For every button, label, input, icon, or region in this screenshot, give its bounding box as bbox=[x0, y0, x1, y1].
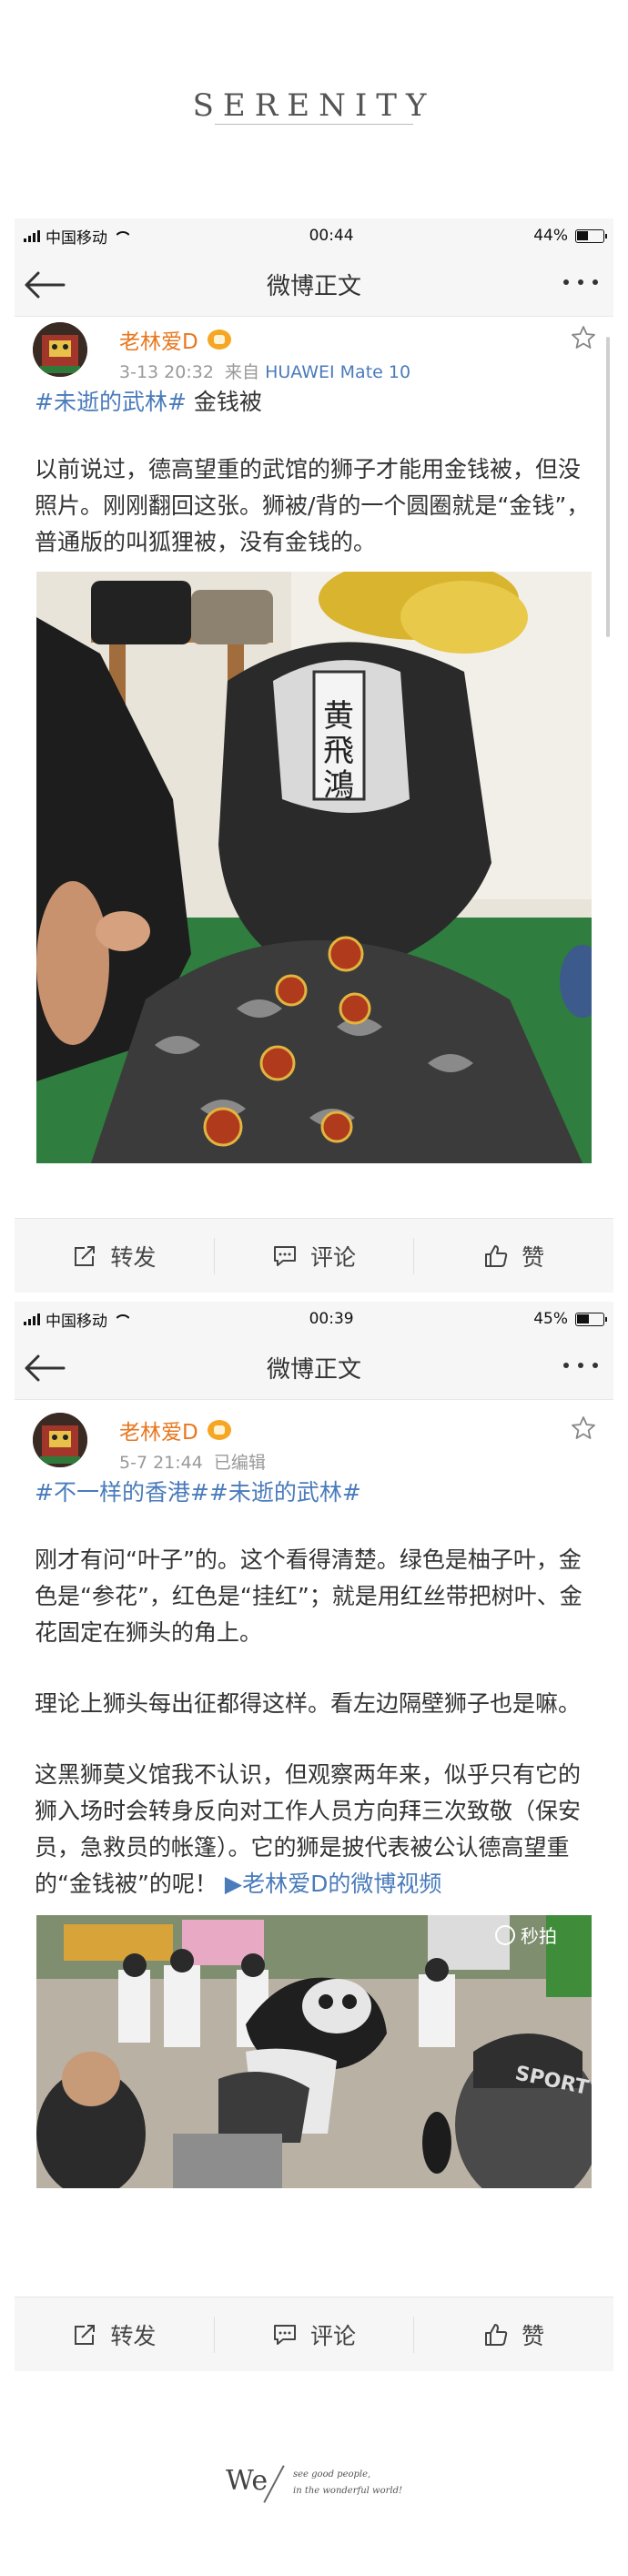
video-link[interactable]: ▶︎老林爱D的微博视频 bbox=[225, 1871, 442, 1897]
lion-costume-photo: 黄飛鴻 bbox=[36, 572, 592, 1163]
repost-icon bbox=[75, 1245, 96, 1266]
member-badge-icon bbox=[207, 1420, 231, 1440]
battery-icon bbox=[574, 1312, 607, 1326]
comment-icon bbox=[274, 2324, 296, 2345]
nav-bar: 微博正文 bbox=[15, 253, 613, 317]
nav-bar: 微博正文 bbox=[15, 1336, 613, 1400]
star-icon[interactable] bbox=[570, 324, 597, 351]
footer-line-2: in the wonderful world! bbox=[293, 2486, 402, 2496]
back-arrow-icon[interactable] bbox=[24, 1353, 66, 1384]
action-bar: 转发 评论 赞 bbox=[15, 2297, 613, 2371]
comment-label: 评论 bbox=[310, 1243, 357, 1271]
action-bar: 转发 评论 赞 bbox=[15, 1218, 613, 1293]
repost-button[interactable]: 转发 bbox=[15, 2297, 214, 2371]
page-title: 微博正文 bbox=[266, 273, 361, 300]
comment-label: 评论 bbox=[310, 2322, 357, 2349]
more-options-icon[interactable] bbox=[561, 1356, 601, 1378]
status-bar: 中国移动 00:39 45% bbox=[15, 1302, 613, 1336]
username[interactable]: 老林爱D bbox=[119, 324, 231, 355]
battery-percent: 45% bbox=[533, 1310, 568, 1328]
carrier-label: 中国移动 bbox=[46, 1312, 107, 1331]
signal-icon bbox=[24, 1313, 40, 1325]
post-meta: 3-13 20:32 来自 HUAWEI Mate 10 bbox=[119, 359, 410, 383]
clock: 00:39 bbox=[309, 1310, 354, 1328]
post-meta: 5-7 21:44 已编辑 bbox=[119, 1449, 266, 1474]
brand-underline bbox=[215, 124, 413, 125]
edited-label: 已编辑 bbox=[213, 1453, 266, 1473]
page-title: 微博正文 bbox=[266, 1356, 361, 1384]
post-image-lion-dance-crowd[interactable]: SPORT 秒拍 bbox=[36, 1915, 592, 2188]
status-bar: 中国移动 00:44 44% bbox=[15, 218, 613, 253]
comment-button[interactable]: 评论 bbox=[213, 1237, 414, 1274]
like-button[interactable]: 赞 bbox=[413, 1237, 613, 1274]
post-title-text: 金钱被 bbox=[186, 389, 262, 415]
video-link-label[interactable]: 老林爱D的微博视频 bbox=[242, 1871, 441, 1897]
screenshot-1: 中国移动 00:44 44% 微博正文 老林爱D 3-13 20:32 来自 H… bbox=[15, 218, 613, 1293]
post-paragraph: 这黑狮莫义馆我不认识，但观察两年来，似乎只有它的狮入场时会转身反向对工作人员方向… bbox=[35, 1757, 593, 1902]
avatar[interactable] bbox=[33, 1413, 87, 1467]
battery-percent: 44% bbox=[533, 227, 568, 245]
thumbs-up-icon bbox=[485, 1244, 508, 1267]
battery-icon bbox=[574, 228, 607, 243]
post-body: #未逝的武林# 金钱被 以前说过，德高望重的武馆的狮子才能用金钱被，但没照片。刚… bbox=[15, 384, 613, 561]
username-label[interactable]: 老林爱D bbox=[119, 1415, 198, 1445]
username[interactable]: 老林爱D bbox=[119, 1415, 231, 1445]
post-paragraph: 刚才有问“叶子”的。这个看得清楚。绿色是柚子叶，金色是“参花”，红色是“挂红”；… bbox=[35, 1547, 582, 1646]
comment-icon bbox=[274, 1245, 296, 1266]
video-badge-label: 秒拍 bbox=[521, 1925, 557, 1947]
video-link-icon: ▶︎ bbox=[224, 1871, 243, 1897]
signal-icon bbox=[24, 229, 40, 242]
wifi-icon bbox=[113, 229, 129, 242]
thumbs-up-icon bbox=[485, 2323, 508, 2346]
footer-mark: We bbox=[226, 2465, 268, 2497]
more-options-icon[interactable] bbox=[561, 273, 601, 295]
hashtag-link[interactable]: #不一样的香港##未逝的武林# bbox=[35, 1479, 361, 1506]
footer-tagline: see good people, in the wonderful world! bbox=[293, 2467, 402, 2500]
weibo-post: 老林爱D 3-13 20:32 来自 HUAWEI Mate 10 #未逝的武林… bbox=[15, 317, 613, 1163]
like-label: 赞 bbox=[522, 1243, 545, 1271]
post-image-lion-costume[interactable]: 黄飛鴻 bbox=[36, 572, 592, 1163]
wifi-icon bbox=[113, 1313, 129, 1325]
post-body: #不一样的香港##未逝的武林# 刚才有问“叶子”的。这个看得清楚。绿色是柚子叶，… bbox=[15, 1475, 613, 1902]
lion-dance-photo: SPORT 秒拍 bbox=[36, 1915, 592, 2188]
scrollbar[interactable] bbox=[606, 337, 610, 637]
member-badge-icon bbox=[207, 330, 231, 350]
repost-label: 转发 bbox=[110, 2322, 157, 2349]
repost-label: 转发 bbox=[110, 1243, 157, 1271]
repost-icon bbox=[75, 2324, 96, 2345]
lion-head-inscription: 黄飛鴻 bbox=[323, 698, 354, 804]
weibo-post: 老林爱D 5-7 21:44 已编辑 #不一样的香港##未逝的武林# 刚才有问“… bbox=[15, 1407, 613, 2188]
post-paragraph: 以前说过，德高望重的武馆的狮子才能用金钱被，但没照片。刚刚翻回这张。狮被/背的一… bbox=[35, 456, 590, 555]
post-date: 3-13 20:32 bbox=[119, 362, 214, 382]
repost-button[interactable]: 转发 bbox=[15, 1219, 214, 1293]
source-prefix: 来自 bbox=[225, 362, 260, 382]
like-button[interactable]: 赞 bbox=[413, 2316, 613, 2353]
username-label[interactable]: 老林爱D bbox=[119, 324, 198, 355]
like-label: 赞 bbox=[522, 2322, 545, 2349]
post-paragraph: 理论上狮头每出征都得这样。看左边隔壁狮子也是嘛。 bbox=[35, 1690, 582, 1717]
post-source[interactable]: HUAWEI Mate 10 bbox=[265, 362, 410, 382]
avatar[interactable] bbox=[33, 322, 87, 377]
screenshot-2: 中国移动 00:39 45% 微博正文 老林爱D 5-7 21:44 已编辑 #… bbox=[15, 1302, 613, 2371]
comment-button[interactable]: 评论 bbox=[213, 2316, 414, 2353]
carrier-label: 中国移动 bbox=[46, 228, 107, 248]
hashtag-link[interactable]: #未逝的武林# bbox=[35, 389, 187, 415]
back-arrow-icon[interactable] bbox=[24, 269, 66, 300]
post-date: 5-7 21:44 bbox=[119, 1453, 203, 1473]
brand-title: SERENITY bbox=[192, 87, 436, 124]
clock: 00:44 bbox=[309, 227, 354, 245]
footer-signature: We see good people, in the wonderful wor… bbox=[0, 2458, 628, 2512]
star-icon[interactable] bbox=[570, 1415, 597, 1442]
footer-line-1: see good people, bbox=[293, 2470, 371, 2480]
